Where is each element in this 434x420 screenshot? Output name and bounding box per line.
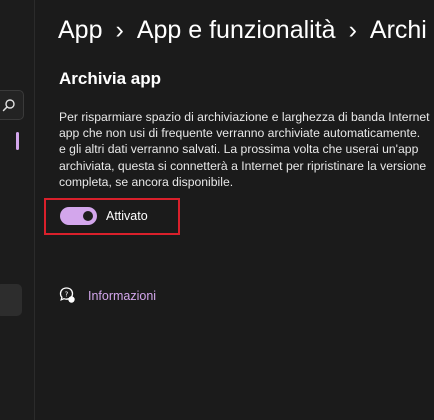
sidebar-selection-indicator (16, 132, 19, 150)
breadcrumb-item-current: Archi (369, 16, 427, 45)
description-line: app che non usi di frequente verranno ar… (59, 126, 421, 141)
section-description: Per risparmiare spazio di archiviazione … (59, 109, 434, 190)
sidebar-search-box[interactable] (0, 90, 24, 120)
breadcrumb: App › App e funzionalità › Archi (58, 12, 427, 47)
navigation-sidebar (0, 0, 35, 420)
description-line: e gli altri dati verranno salvati. La pr… (59, 142, 419, 157)
search-icon (2, 99, 15, 112)
toggle-knob (83, 211, 93, 221)
breadcrumb-item-apps-features[interactable]: App e funzionalità (137, 13, 336, 47)
description-line: archiviata, questa si connetterà a Inter… (59, 158, 427, 173)
section-title: Archivia app (59, 69, 162, 88)
archive-apps-toggle-highlight: Attivato (44, 198, 180, 235)
chevron-right-icon: › (348, 16, 357, 45)
description-line: Per risparmiare spazio di archiviazione … (59, 110, 430, 124)
svg-text:?: ? (65, 291, 69, 299)
archive-apps-toggle[interactable] (60, 207, 97, 225)
sidebar-item-selected[interactable] (0, 284, 22, 316)
description-line: completa, se ancora disponibile. (59, 174, 234, 189)
breadcrumb-item-app[interactable]: App (58, 13, 102, 47)
help-chat-icon: ? (59, 287, 75, 303)
toggle-state-label: Attivato (106, 209, 148, 223)
chevron-right-icon: › (115, 16, 124, 45)
info-link-label[interactable]: Informazioni (88, 288, 156, 304)
